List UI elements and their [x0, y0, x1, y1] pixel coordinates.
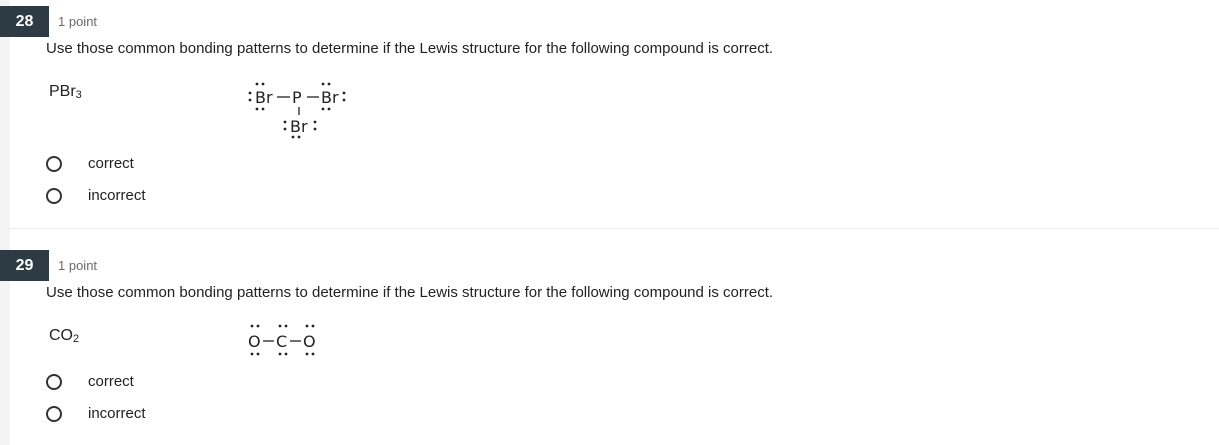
option-incorrect[interactable]: incorrect — [46, 187, 146, 204]
formula-main: CO — [49, 327, 73, 344]
question-28: 28 1 point Use those common bonding patt… — [0, 0, 1219, 228]
lewis-structure-pbr3: Br P Br Br — [243, 78, 353, 145]
question-number: 28 — [0, 6, 49, 37]
option-label[interactable]: correct — [88, 373, 134, 390]
lewis-structure-co2: O C O — [243, 322, 327, 363]
question-number: 29 — [0, 250, 49, 281]
question-divider — [10, 228, 1219, 229]
radio-button[interactable] — [46, 187, 62, 204]
question-points: 1 point — [58, 258, 98, 273]
question-points: 1 point — [58, 14, 98, 29]
option-correct[interactable]: correct — [46, 155, 134, 172]
option-incorrect[interactable]: incorrect — [46, 405, 146, 422]
question-prompt: Use those common bonding patterns to det… — [46, 284, 774, 301]
formula-subscript: 3 — [75, 89, 82, 101]
question-prompt: Use those common bonding patterns to det… — [46, 40, 774, 57]
atom-br-left: Br — [255, 88, 273, 107]
atom-c: C — [276, 332, 287, 351]
option-label[interactable]: correct — [88, 155, 134, 172]
radio-button[interactable] — [46, 155, 62, 172]
compound-formula: CO2 — [49, 327, 79, 345]
atom-br-bottom: Br — [290, 117, 308, 136]
atom-o-right: O — [303, 332, 316, 351]
formula-main: PBr — [49, 83, 76, 100]
option-label[interactable]: incorrect — [88, 187, 146, 204]
option-correct[interactable]: correct — [46, 373, 134, 390]
compound-formula: PBr3 — [49, 83, 82, 101]
radio-button[interactable] — [46, 405, 62, 422]
atom-br-right: Br — [321, 88, 339, 107]
option-label[interactable]: incorrect — [88, 405, 146, 422]
atom-o-left: O — [248, 332, 261, 351]
atom-p: P — [292, 88, 302, 107]
formula-subscript: 2 — [73, 333, 80, 345]
radio-button[interactable] — [46, 373, 62, 390]
question-29: 29 1 point Use those common bonding patt… — [0, 244, 1219, 445]
